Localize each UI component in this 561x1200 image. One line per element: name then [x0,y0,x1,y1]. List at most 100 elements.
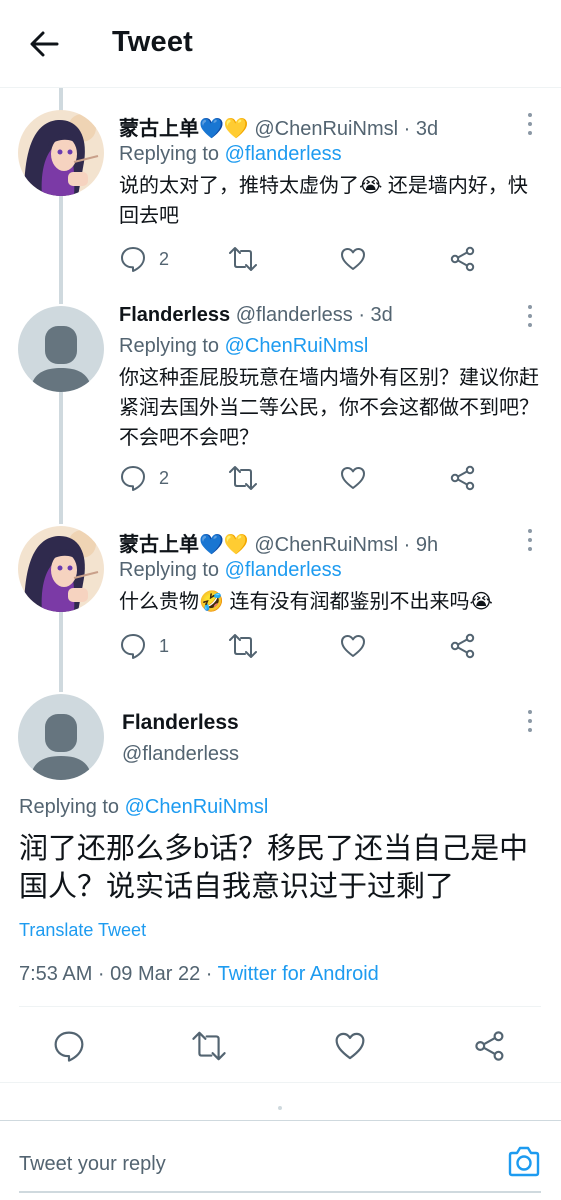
replying-prefix: Replying to [119,335,220,357]
thread-line [59,196,63,304]
replying-to: Replying to @flanderless [119,559,342,582]
more-options-button[interactable] [522,110,538,138]
default-profile-icon [18,694,104,780]
retweet-icon [229,634,257,658]
share-button[interactable] [449,241,477,277]
heart-icon [341,635,365,657]
camera-icon [508,1146,540,1177]
dot [528,314,532,318]
dot [528,728,532,732]
thread-line [59,612,63,692]
tweet-header: Flanderless @flanderless · 3d [119,304,393,327]
like-button[interactable] [339,628,367,664]
retweet-icon [229,247,257,271]
more-options-button[interactable] [522,707,538,735]
page-title: Tweet [112,26,194,58]
user-handle[interactable]: @flanderless [122,743,239,766]
reply-input[interactable] [19,1149,479,1179]
replying-prefix: Replying to [19,796,120,818]
tweet-text-line: 国人？说实话自我意识过于过剩了 [19,871,455,903]
share-icon [450,633,475,659]
tweet-text-line: 润了还那么多b话？移民了还当自己是中 [19,833,529,865]
input-underline [19,1191,541,1193]
like-button[interactable] [333,1024,367,1068]
tweet-actions: 1 [119,628,539,664]
replying-prefix: Replying to [119,559,220,581]
source-link[interactable]: Twitter for Android [218,963,379,985]
dot [528,323,532,327]
tweet-header: 蒙古上单💙💛 @ChenRuiNmsl · 3d [119,112,438,141]
retweet-button[interactable] [191,1024,227,1068]
display-name[interactable]: Flanderless [119,304,230,326]
scroll-indicator [278,1106,282,1110]
retweet-icon [229,466,257,490]
reply-button[interactable]: 2 [119,241,169,277]
more-options-button[interactable] [522,302,538,330]
reply-button[interactable] [52,1024,86,1068]
share-icon [450,246,475,272]
share-button[interactable] [449,628,477,664]
mention-link[interactable]: @flanderless [225,559,342,581]
handle-timestamp: @flanderless · 3d [235,304,393,326]
mention-link[interactable]: @flanderless [225,143,342,165]
avatar[interactable] [18,110,104,196]
anime-avatar-image [18,110,104,196]
retweet-button[interactable] [228,628,258,664]
share-button[interactable] [473,1024,507,1068]
display-name[interactable]: 蒙古上单💙💛 [119,534,249,556]
dot [528,529,532,533]
tweet-text-line: 你这种歪屁股玩意在墙内墙外有区别？建议你赶 [119,367,539,389]
dot [528,547,532,551]
avatar[interactable] [18,306,104,392]
share-icon [450,465,475,491]
tweet-text-line: 不会吧不会吧？ [119,427,259,449]
display-name[interactable]: Flanderless [122,711,239,735]
translate-tweet-link[interactable]: Translate Tweet [19,920,146,941]
divider [0,1082,561,1083]
retweet-icon [192,1031,226,1061]
replying-to: Replying to @ChenRuiNmsl [19,796,268,819]
like-button[interactable] [339,460,367,496]
more-options-button[interactable] [522,526,538,554]
main-tweet-actions [0,1024,561,1068]
tweet-text: 什么贵物🤣 连有没有润都鉴别不出来吗😭 [119,587,544,617]
speech-bubble-icon [121,466,145,491]
reply-count: 2 [159,467,170,488]
retweet-button[interactable] [228,460,258,496]
reply-count: 1 [159,635,170,656]
reply-button[interactable]: 1 [119,628,169,664]
handle-timestamp: @ChenRuiNmsl · 9h [254,534,439,556]
camera-button[interactable] [506,1145,542,1179]
display-name[interactable]: 蒙古上单💙💛 [119,118,249,140]
timestamp: 7:53 AM · 09 Mar 22 · [19,963,218,985]
avatar[interactable] [18,694,104,780]
like-button[interactable] [339,241,367,277]
dot [528,710,532,714]
reply-button[interactable]: 2 [119,460,169,496]
handle-timestamp: @ChenRuiNmsl · 3d [254,118,439,140]
thread-line [59,392,63,524]
share-button[interactable] [449,460,477,496]
reply-composer [0,1120,561,1200]
mention-link[interactable]: @ChenRuiNmsl [225,335,369,357]
replying-to: Replying to @ChenRuiNmsl [119,335,368,358]
arrow-left-icon [30,31,59,57]
avatar[interactable] [18,526,104,612]
reply-count: 2 [159,248,170,269]
back-button[interactable] [24,26,64,62]
tweet-text-line: 什么贵物🤣 连有没有润都鉴别不出来吗😭 [119,591,493,613]
replying-prefix: Replying to [119,143,220,165]
anime-avatar-image [18,526,104,612]
tweet-text-line: 紧润去国外当二等公民，你不会这都做不到吧？ [119,397,539,419]
top-bar: Tweet [0,0,561,88]
share-icon [475,1031,504,1061]
heart-icon [341,248,365,270]
retweet-button[interactable] [228,241,258,277]
dot [528,719,532,723]
tweet-actions: 2 [119,241,539,277]
dot [528,131,532,135]
mention-link[interactable]: @ChenRuiNmsl [125,796,269,818]
heart-icon [341,467,365,489]
tweet-text-line: 说的太对了，推特太虚伪了😭 还是墙内好，快 [119,175,528,197]
tweet-actions: 2 [119,460,539,496]
